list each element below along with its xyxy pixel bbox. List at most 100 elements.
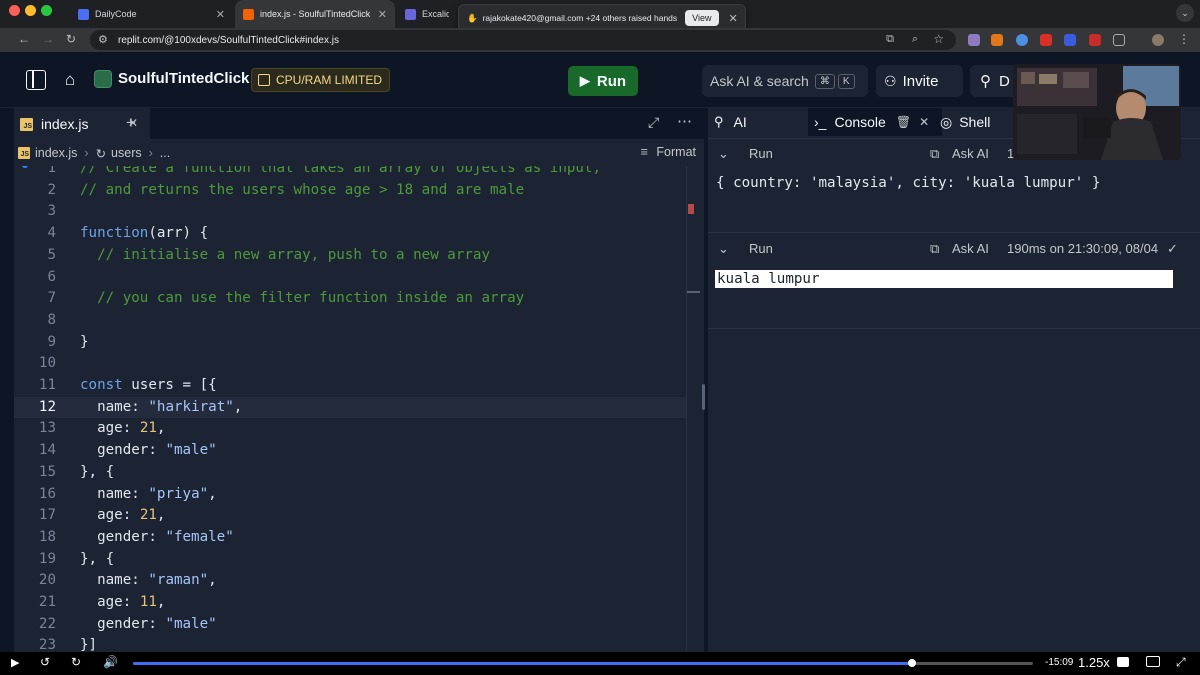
zoom-icon[interactable]: ⌕ — [912, 33, 918, 46]
code-line[interactable]: 1 // Create a function that takes an arra… — [14, 166, 686, 180]
scrollbar-thumb[interactable] — [687, 291, 700, 293]
code-line[interactable]: 14 gender: "male" — [14, 440, 686, 462]
code-line[interactable]: 12 name: "harkirat", — [14, 396, 686, 419]
code-line[interactable]: 15}, { — [14, 462, 686, 484]
code-line[interactable]: 3 — [14, 201, 686, 223]
cast-icon[interactable]: ⧉ — [886, 33, 894, 46]
ask-ai-button[interactable]: Ask AI — [952, 241, 989, 256]
minimize-window-button[interactable] — [25, 5, 36, 16]
code-line[interactable]: 11 const users = [{ — [14, 375, 686, 397]
format-button[interactable]: ≡ Format — [641, 145, 696, 159]
divider — [708, 328, 1200, 329]
extension-icon[interactable] — [1089, 34, 1101, 46]
ask-ai-search-button[interactable]: Ask AI & search ⌘ K — [702, 65, 868, 97]
browser-tab-title: DailyCode — [95, 9, 137, 19]
run-entry-label[interactable]: Run — [749, 146, 773, 161]
code-line[interactable]: 2 // and returns the users whose age > 18… — [14, 180, 686, 202]
project-name[interactable]: SoulfulTintedClick — [118, 70, 249, 87]
code-line[interactable]: 9} — [14, 332, 686, 354]
view-button[interactable]: View — [685, 10, 719, 26]
line-number: 5 — [47, 246, 56, 263]
url-field[interactable]: ⚙ replit.com/@100xdevs/SoulfulTintedClic… — [90, 30, 956, 50]
line-number: 1 — [47, 166, 56, 176]
bookmark-star-icon[interactable]: ☆ — [933, 32, 944, 46]
code-editor[interactable]: 1 // Create a function that takes an arra… — [14, 166, 704, 656]
code-line[interactable]: 17 age: 21, — [14, 505, 686, 527]
forward-icon[interactable]: → — [42, 32, 54, 46]
dailycode-favicon-icon — [78, 8, 89, 20]
close-tab-icon[interactable]: ✕ — [919, 115, 929, 129]
chevron-down-icon[interactable]: ⌄ — [718, 146, 729, 162]
fullscreen-icon[interactable]: ⤢ — [1176, 655, 1186, 670]
close-tab-icon[interactable]: ✕ — [378, 8, 387, 21]
line-code: age: 21, — [97, 507, 166, 524]
volume-icon[interactable]: 🔊 — [103, 655, 118, 669]
resource-limit-badge[interactable]: CPU/RAM LIMITED — [251, 68, 391, 92]
code-line[interactable]: 21 age: 11, — [14, 592, 686, 614]
code-line[interactable]: 6 — [14, 267, 686, 289]
tab-shell[interactable]: ◎ Shell — [940, 108, 990, 136]
line-number: 4 — [47, 225, 56, 242]
extension-icon[interactable] — [968, 34, 980, 46]
pane-resize-handle[interactable] — [702, 384, 705, 410]
run-entry-label[interactable]: Run — [749, 241, 773, 256]
reload-icon[interactable]: ↻ — [66, 32, 76, 46]
run-button[interactable]: ▶ Run — [568, 66, 638, 96]
tab-console[interactable]: ›_ Console 🗑 ✕ — [808, 108, 942, 136]
picture-in-picture-icon[interactable] — [1146, 656, 1160, 667]
code-line[interactable]: 4 function(arr) { — [14, 223, 686, 245]
browser-tab-replit[interactable]: index.js - SoulfulTintedClick ✕ — [235, 0, 395, 28]
back-icon[interactable]: ← — [18, 32, 30, 46]
code-line[interactable]: 10 — [14, 353, 686, 375]
browser-tab-title: index.js - SoulfulTintedClick — [260, 9, 371, 19]
code-line[interactable]: 7 // you can use the filter function ins… — [14, 288, 686, 310]
sidebar-toggle-icon[interactable] — [26, 70, 46, 90]
tab-ai[interactable]: ⚲ AI — [714, 108, 747, 136]
progress-slider[interactable] — [133, 659, 1033, 667]
breadcrumb-more[interactable]: ... — [160, 146, 170, 160]
browser-tab-dailycode[interactable]: DailyCode ✕ — [70, 0, 233, 28]
rewind-icon[interactable]: ↺ — [40, 655, 50, 669]
puzzle-extensions-icon[interactable] — [1113, 34, 1125, 46]
code-line[interactable]: 20 name: "raman", — [14, 570, 686, 592]
site-info-icon[interactable]: ⚙ — [98, 33, 108, 46]
line-code: name: "priya", — [97, 485, 217, 502]
extension-icon[interactable] — [1016, 34, 1028, 46]
new-tab-plus-icon[interactable]: + — [126, 113, 136, 133]
metamask-extension-icon[interactable] — [991, 34, 1003, 46]
chevron-down-icon[interactable]: ⌄ — [718, 241, 729, 257]
clear-console-icon[interactable]: 🗑 — [896, 115, 911, 129]
line-number: 20 — [38, 572, 56, 589]
breadcrumb-symbol[interactable]: users — [111, 146, 142, 160]
tab-search-icon[interactable]: ⌄ — [1176, 4, 1194, 22]
extension-icon[interactable] — [1064, 34, 1076, 46]
code-line[interactable]: 19}, { — [14, 549, 686, 571]
breadcrumb-file[interactable]: index.js — [35, 146, 77, 160]
code-line[interactable]: 22 gender: "male" — [14, 614, 686, 636]
ask-ai-button[interactable]: Ask AI — [952, 146, 989, 161]
editor-scrollbar[interactable] — [686, 166, 700, 656]
browser-menu-icon[interactable]: ⋮ — [1178, 32, 1190, 46]
close-tab-icon[interactable]: ✕ — [216, 8, 225, 21]
play-icon[interactable]: ▶ — [11, 656, 19, 669]
home-icon[interactable]: ⌂ — [60, 70, 80, 90]
hd-quality-icon[interactable] — [1117, 657, 1129, 667]
profile-avatar[interactable] — [1152, 34, 1164, 46]
code-line[interactable]: 13 age: 21, — [14, 418, 686, 440]
close-window-button[interactable] — [9, 5, 20, 16]
maximize-window-button[interactable] — [41, 5, 52, 16]
close-notification-icon[interactable]: ✕ — [729, 12, 738, 25]
extension-icon[interactable] — [1040, 34, 1052, 46]
maximize-pane-icon[interactable]: ⤢ — [648, 114, 659, 131]
progress-knob[interactable] — [907, 659, 916, 667]
code-line[interactable]: 8 — [14, 310, 686, 332]
line-code: gender: "male" — [97, 442, 217, 459]
invite-button[interactable]: ⚇ Invite — [876, 65, 963, 97]
code-line[interactable]: 18 gender: "female" — [14, 527, 686, 549]
forward-icon[interactable]: ↻ — [71, 655, 81, 669]
code-line[interactable]: 16 name: "priya", — [14, 484, 686, 506]
playback-speed[interactable]: 1.25x — [1078, 655, 1110, 670]
more-options-icon[interactable]: ⋯ — [677, 112, 692, 130]
browser-tab-excalidraw[interactable]: Excalidraw — [397, 0, 457, 28]
code-line[interactable]: 5 // initialise a new array, push to a n… — [14, 245, 686, 267]
